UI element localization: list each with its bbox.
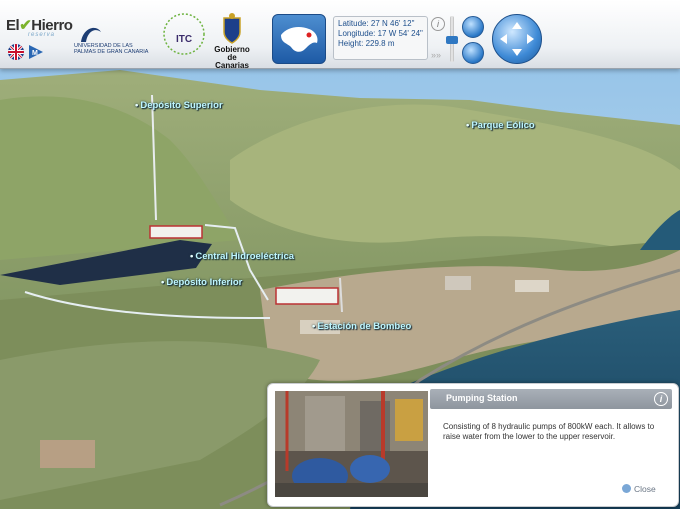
info-icon[interactable]: i — [431, 17, 445, 31]
panel-description: Consisting of 8 hydraulic pumps of 800kW… — [443, 422, 655, 441]
gobierno-canarias-crest-icon — [223, 13, 241, 44]
height: Height: 229.8 m — [338, 39, 395, 48]
ulpgc-name: UNIVERSIDAD DE LAS PALMAS DE GRAN CANARI… — [74, 43, 149, 55]
close-icon — [622, 484, 631, 493]
top-toolbar: El✔Hierro reserva M UNIVERSIDAD DE LAS P… — [0, 0, 680, 70]
el-hierro-island-icon — [281, 27, 318, 52]
fast-forward-icon[interactable]: »» — [431, 50, 441, 60]
label-deposito-superior[interactable]: Depósito Superior — [135, 100, 222, 111]
panel-header: Pumping Station i — [430, 389, 672, 409]
menu-button[interactable]: M — [28, 44, 44, 60]
label-parque-eolico[interactable]: Parque Eólico — [466, 120, 534, 131]
zoom-in-button[interactable] — [462, 16, 484, 38]
navigation-arrows-icon — [500, 22, 534, 56]
longitude: Longitude: 17 W 54' 24" — [338, 29, 423, 38]
close-button[interactable]: Close — [622, 484, 656, 494]
svg-text:M: M — [32, 50, 38, 57]
gobierno-canarias-name: Gobierno de Canarias — [214, 45, 250, 70]
el-hierro-subtitle: reserva — [28, 32, 56, 38]
language-uk-flag-icon[interactable] — [8, 44, 24, 60]
panel-title: Pumping Station — [446, 393, 518, 403]
label-central-hidroelectrica[interactable]: Central Hidroeléctrica — [190, 251, 294, 262]
panel-info-icon[interactable]: i — [654, 392, 668, 406]
zoom-out-button[interactable] — [462, 42, 484, 64]
close-label: Close — [634, 484, 656, 494]
building — [515, 280, 549, 292]
building — [40, 440, 95, 468]
pumping-station-photo — [275, 391, 428, 497]
info-panel: Pumping Station i Consisting of 8 hydrau… — [267, 383, 679, 507]
building — [445, 276, 471, 290]
itc-name: ITC — [176, 34, 193, 45]
zoom-slider-handle[interactable] — [446, 36, 458, 44]
ulpgc-logo-icon — [81, 27, 101, 42]
navigation-pad[interactable] — [492, 14, 542, 64]
label-deposito-inferior[interactable]: Depósito Inferior — [161, 277, 242, 288]
coordinates-readout: Latitude: 27 N 46' 12" Longitude: 17 W 5… — [333, 16, 428, 60]
hydro-plant-building[interactable] — [149, 225, 203, 239]
label-estacion-bombeo[interactable]: Estación de Bombeo — [312, 321, 411, 332]
island-map-button[interactable] — [272, 14, 326, 64]
pumping-station-building[interactable] — [275, 287, 339, 305]
latitude: Latitude: 27 N 46' 12" — [338, 19, 415, 28]
